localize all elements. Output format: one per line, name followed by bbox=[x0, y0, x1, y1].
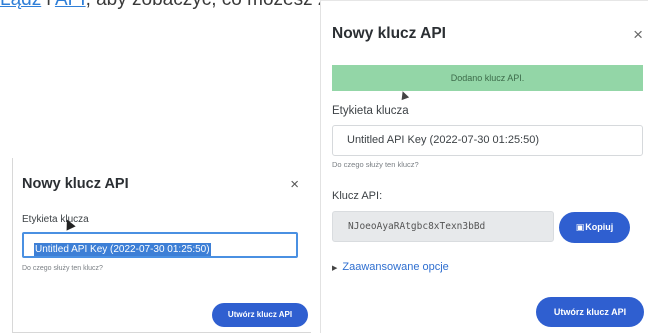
intro-rest: , aby zobaczyć, co możesz zrobić. bbox=[86, 0, 330, 10]
close-icon[interactable]: × bbox=[633, 25, 643, 45]
dialog-title: Nowy klucz API bbox=[22, 176, 129, 192]
intro-text: Lądź i API, aby zobaczyć, co możesz zrob… bbox=[0, 0, 330, 12]
mouse-cursor-icon bbox=[398, 89, 410, 101]
key-label-label: Etykieta klucza bbox=[22, 214, 89, 225]
intro-separator: i bbox=[41, 0, 55, 10]
create-api-key-button[interactable]: Utwórz klucz API bbox=[212, 303, 308, 327]
new-api-key-dialog-small: Nowy klucz API × Etykieta klucza Untitle… bbox=[12, 158, 311, 333]
help-link[interactable]: Do czego służy ten klucz? bbox=[332, 160, 419, 169]
intro-link-1[interactable]: Lądź bbox=[0, 0, 41, 10]
copy-label: Kopiuj bbox=[585, 222, 614, 232]
intro-link-api[interactable]: API bbox=[55, 0, 86, 10]
api-key-field[interactable]: NJoeoAyaRAtgbc8xTexn3bBd bbox=[332, 211, 554, 242]
success-banner: Dodano klucz API. bbox=[332, 65, 643, 91]
help-link[interactable]: Do czego służy ten klucz? bbox=[22, 265, 103, 272]
selected-text: Untitled API Key (2022-07-30 01:25:50) bbox=[34, 243, 211, 256]
copy-icon: ▣ bbox=[575, 222, 585, 232]
key-label-input[interactable]: Untitled API Key (2022-07-30 01:25:50) bbox=[22, 232, 298, 258]
key-label-label: Etykieta klucza bbox=[332, 105, 409, 117]
caret-right-icon: ▶ bbox=[332, 265, 338, 272]
close-icon[interactable]: × bbox=[290, 176, 299, 193]
key-label-input[interactable]: Untitled API Key (2022-07-30 01:25:50) bbox=[332, 125, 643, 156]
dialog-title: Nowy klucz API bbox=[332, 25, 446, 42]
api-key-label: Klucz API: bbox=[332, 190, 383, 202]
create-api-key-button[interactable]: Utwórz klucz API bbox=[536, 297, 644, 327]
advanced-options-toggle[interactable]: ▶ Zaawansowane opcje bbox=[332, 261, 449, 273]
advanced-options-label: Zaawansowane opcje bbox=[342, 261, 449, 273]
new-api-key-dialog: Nowy klucz API × Dodano klucz API. Etyki… bbox=[320, 0, 648, 333]
copy-button[interactable]: ▣Kopiuj bbox=[559, 212, 630, 243]
